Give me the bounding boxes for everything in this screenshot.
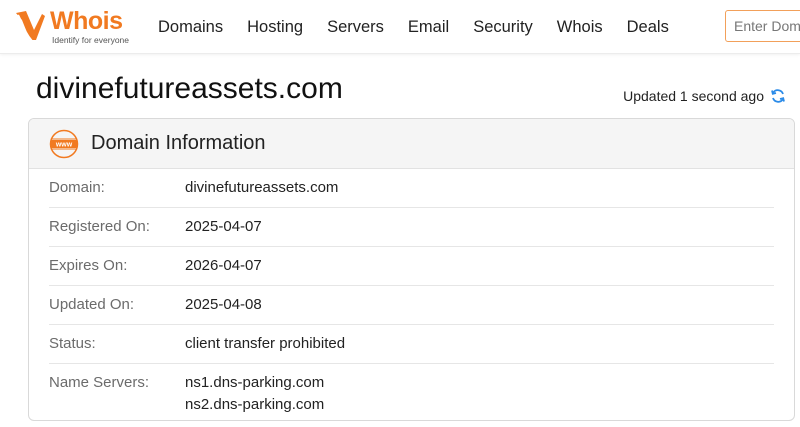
row-label: Expires On: [49,257,128,274]
www-icon: www [49,129,79,159]
name-server-list: ns1.dns-parking.com ns2.dns-parking.com [185,372,324,416]
row-value: divinefutureassets.com [185,179,339,196]
info-row-name-servers: Name Servers: ns1.dns-parking.com ns2.dn… [49,364,774,420]
row-label: Updated On: [49,296,135,313]
top-navigation-bar: Whois Identify for everyone Domains Host… [0,0,800,54]
row-value: 2026-04-07 [185,257,262,274]
brand-name: Whois [50,7,123,35]
nav-domains[interactable]: Domains [146,18,235,37]
info-row-status: Status: client transfer prohibited [49,325,774,364]
domain-search-input[interactable] [725,10,800,42]
info-row-registered: Registered On: 2025-04-07 [49,208,774,247]
refresh-icon[interactable] [770,88,786,104]
name-server-1: ns1.dns-parking.com [185,374,325,391]
info-row-updated: Updated On: 2025-04-08 [49,286,774,325]
nav-servers[interactable]: Servers [315,18,396,37]
row-label: Registered On: [49,218,150,235]
page-title: divinefutureassets.com [36,72,343,105]
main-nav: Domains Hosting Servers Email Security W… [146,0,681,54]
row-label: Domain: [49,179,105,196]
info-row-domain: Domain: divinefutureassets.com [49,169,774,208]
last-updated-text: Updated 1 second ago [623,88,764,104]
card-title: Domain Information [91,132,266,154]
row-value: client transfer prohibited [185,335,346,352]
card-header: www Domain Information [29,119,794,169]
nav-deals[interactable]: Deals [615,18,681,37]
nav-whois[interactable]: Whois [545,18,615,37]
nav-security[interactable]: Security [461,18,545,37]
row-label: Status: [49,335,96,352]
info-row-expires: Expires On: 2026-04-07 [49,247,774,286]
row-value: 2025-04-07 [185,218,262,235]
svg-text:www: www [55,141,73,148]
domain-information-card: www Domain Information Domain: divinefut… [28,118,795,421]
nav-email[interactable]: Email [396,18,461,37]
nav-hosting[interactable]: Hosting [235,18,315,37]
last-updated: Updated 1 second ago [623,88,786,104]
whois-logo-icon [16,11,45,42]
whois-logo[interactable]: Whois Identify for everyone [12,7,137,47]
row-value: 2025-04-08 [185,296,262,313]
name-server-2: ns2.dns-parking.com [185,396,325,413]
brand-tagline: Identify for everyone [52,35,130,45]
row-label: Name Servers: [49,374,150,391]
domain-info-table: Domain: divinefutureassets.com Registere… [29,169,794,420]
